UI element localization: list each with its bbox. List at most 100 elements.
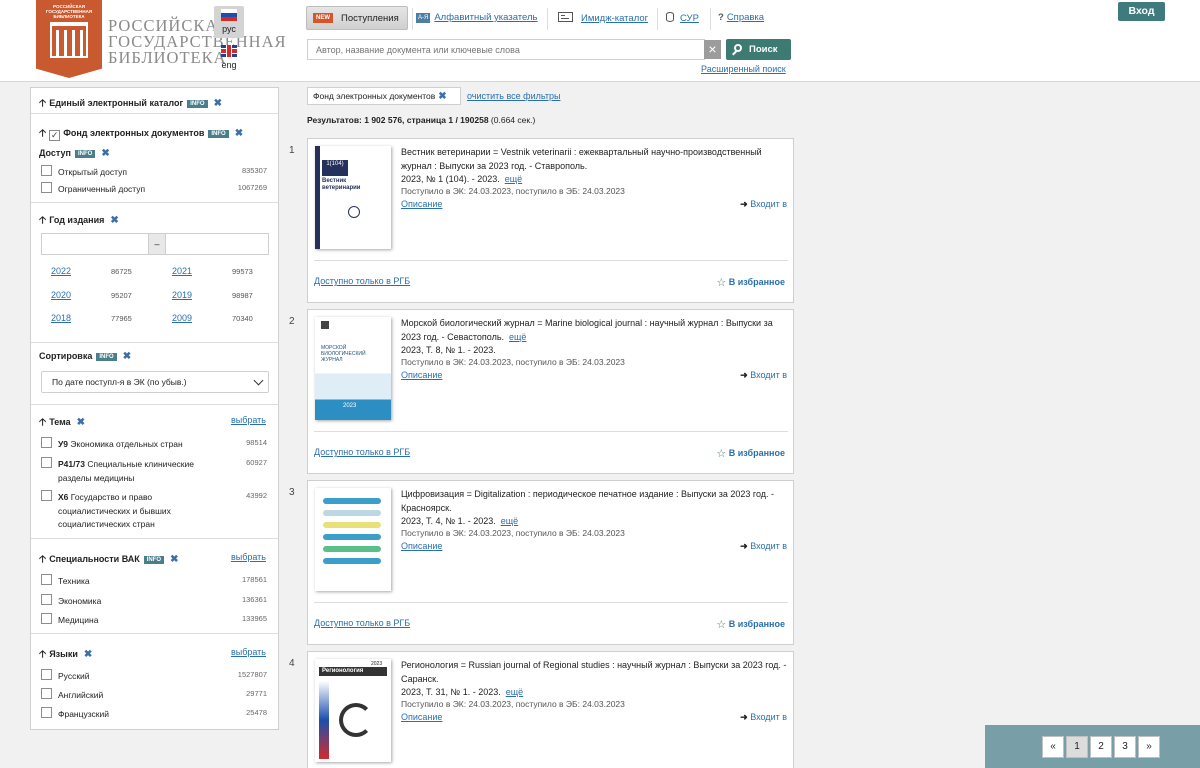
remove-filter-icon[interactable]: ✖ bbox=[110, 215, 118, 226]
result-title[interactable]: Регионология = Russian journal of Region… bbox=[401, 659, 787, 700]
remove-filter-icon[interactable]: ✖ bbox=[77, 417, 85, 428]
result-title[interactable]: Цифровизация = Digitalization : периодич… bbox=[401, 488, 787, 529]
included-in-link[interactable]: ➜ Входит в bbox=[740, 541, 787, 552]
prev-page-button[interactable]: « bbox=[1042, 736, 1064, 758]
included-in-link[interactable]: ➜ Входит в bbox=[740, 370, 787, 381]
languages-header[interactable]: 🡡 Языки ✖ bbox=[39, 647, 92, 664]
remove-filter-icon[interactable]: ✖ bbox=[170, 554, 178, 565]
remove-filter-icon[interactable]: ✖ bbox=[84, 649, 92, 660]
more-link[interactable]: ещё bbox=[509, 332, 526, 342]
availability-link[interactable]: Доступно только в РГБ bbox=[314, 276, 410, 286]
checkbox[interactable] bbox=[41, 707, 52, 718]
vak-pick-link[interactable]: выбрать bbox=[231, 552, 266, 562]
checkbox[interactable] bbox=[41, 688, 52, 699]
year-link[interactable]: 2009 bbox=[172, 313, 192, 323]
clear-filters-link[interactable]: очистить все фильтры bbox=[467, 91, 560, 101]
logo-text[interactable]: РОССИЙСКАЯ ГОСУДАРСТВЕННАЯ БИБЛИОТЕКА bbox=[108, 17, 287, 66]
nav-new-arrivals[interactable]: NEW Поступления bbox=[306, 6, 408, 30]
checkbox[interactable] bbox=[41, 574, 52, 585]
checkbox[interactable] bbox=[41, 490, 52, 501]
fund-header[interactable]: 🡡 ✓ Фонд электронных документов INFO ✖ bbox=[39, 126, 243, 143]
languages-pick-link[interactable]: выбрать bbox=[231, 647, 266, 657]
theme-header[interactable]: 🡡 Тема ✖ bbox=[39, 415, 85, 432]
search-input[interactable] bbox=[307, 39, 705, 60]
info-badge[interactable]: INFO bbox=[96, 353, 117, 361]
nav-sur[interactable]: СУР bbox=[666, 12, 699, 24]
result-title[interactable]: Морской биологический журнал = Marine bi… bbox=[401, 317, 787, 358]
cover-image[interactable] bbox=[315, 488, 391, 591]
theme-pick-link[interactable]: выбрать bbox=[231, 415, 266, 425]
included-in-label: Входит в bbox=[750, 712, 787, 722]
year-link[interactable]: 2018 bbox=[51, 313, 71, 323]
remove-filter-icon[interactable]: ✖ bbox=[214, 98, 222, 109]
checkbox[interactable] bbox=[41, 437, 52, 448]
access-title: Доступ bbox=[39, 148, 71, 158]
checkbox[interactable] bbox=[41, 165, 52, 176]
year-link[interactable]: 2020 bbox=[51, 290, 71, 300]
info-badge[interactable]: INFO bbox=[74, 150, 96, 158]
description-link[interactable]: Описание bbox=[401, 712, 442, 722]
add-to-favorites-button[interactable]: ☆ В избранное bbox=[716, 447, 785, 460]
availability-link[interactable]: Доступно только в РГБ bbox=[314, 447, 410, 457]
cover-image[interactable]: 1(104) Вестник ветеринарии bbox=[315, 146, 391, 249]
advanced-search-link[interactable]: Расширенный поиск bbox=[701, 64, 786, 74]
nav-help[interactable]: ? Справка bbox=[718, 12, 764, 23]
search-clear-icon[interactable]: × bbox=[704, 40, 721, 59]
next-page-button[interactable]: » bbox=[1138, 736, 1160, 758]
nav-image-catalog[interactable]: Имидж-каталог bbox=[558, 12, 648, 24]
checkbox[interactable] bbox=[41, 613, 52, 624]
result-title[interactable]: Вестник ветеринарии = Vestnik veterinari… bbox=[401, 146, 787, 187]
description-link[interactable]: Описание bbox=[401, 370, 442, 380]
info-badge[interactable]: INFO bbox=[187, 100, 208, 108]
active-filter-chip[interactable]: Фонд электронных документов ✖ bbox=[307, 87, 461, 105]
search-icon bbox=[734, 44, 742, 52]
checkbox[interactable] bbox=[41, 594, 52, 605]
nav-alphabetic-index[interactable]: А-Я Алфавитный указатель bbox=[416, 12, 537, 23]
login-button[interactable]: Вход bbox=[1118, 2, 1165, 21]
year-link[interactable]: 2022 bbox=[51, 266, 71, 276]
more-link[interactable]: ещё bbox=[505, 174, 522, 184]
year-link[interactable]: 2021 bbox=[172, 266, 192, 276]
fund-checkbox[interactable]: ✓ bbox=[49, 130, 61, 141]
option-count: 98514 bbox=[246, 438, 267, 447]
rsl-logo[interactable]: РОССИЙСКАЯ ГОСУДАРСТВЕННАЯ БИБЛИОТЕКА bbox=[36, 0, 102, 78]
cover-image[interactable]: Регионология 2023 bbox=[315, 659, 391, 762]
results-summary: Результатов: 1 902 576, страница 1 / 190… bbox=[307, 115, 535, 125]
info-badge[interactable]: INFO bbox=[143, 556, 165, 564]
page-button[interactable]: 1 bbox=[1066, 736, 1088, 758]
year-link[interactable]: 2019 bbox=[172, 290, 192, 300]
included-in-link[interactable]: ➜ Входит в bbox=[740, 199, 787, 210]
remove-filter-icon[interactable]: ✖ bbox=[101, 148, 109, 159]
year-header[interactable]: 🡡 Год издания ✖ bbox=[39, 213, 119, 230]
remove-filter-icon[interactable]: ✖ bbox=[438, 91, 446, 102]
year-to-input[interactable] bbox=[165, 233, 269, 255]
description-link[interactable]: Описание bbox=[401, 199, 442, 209]
theme-section: 🡡 Тема ✖ выбрать У9 Экономика отдельных ст… bbox=[31, 404, 278, 539]
remove-filter-icon[interactable]: ✖ bbox=[235, 128, 243, 139]
checkbox[interactable] bbox=[41, 669, 52, 680]
availability-link[interactable]: Доступно только в РГБ bbox=[314, 618, 410, 628]
lang-ru-label: рус bbox=[222, 24, 236, 34]
add-to-favorites-button[interactable]: ☆ В избранное bbox=[716, 276, 785, 289]
description-link[interactable]: Описание bbox=[401, 541, 442, 551]
add-to-favorites-button[interactable]: ☆ В избранное bbox=[716, 618, 785, 631]
lang-en-button[interactable]: eng bbox=[214, 44, 244, 72]
checkbox[interactable] bbox=[41, 182, 52, 193]
more-link[interactable]: ещё bbox=[501, 516, 518, 526]
cover-image[interactable]: МОРСКОЙ БИОЛОГИЧЕСКИЙ ЖУРНАЛ 2023 bbox=[315, 317, 391, 420]
page-button[interactable]: 2 bbox=[1090, 736, 1112, 758]
more-link[interactable]: ещё bbox=[506, 687, 523, 697]
vak-header[interactable]: 🡡 Специальности ВАК INFO ✖ bbox=[39, 552, 179, 569]
option-count: 25478 bbox=[246, 708, 267, 717]
search-button[interactable]: Поиск bbox=[726, 39, 791, 60]
remove-filter-icon[interactable]: ✖ bbox=[123, 351, 131, 362]
year-from-input[interactable] bbox=[41, 233, 149, 255]
info-badge[interactable]: INFO bbox=[208, 130, 229, 138]
checkbox[interactable] bbox=[41, 457, 52, 468]
pagination: « 1 2 3 » bbox=[985, 725, 1200, 768]
unified-catalog-header[interactable]: 🡡 Единый электронный каталог INFO ✖ bbox=[39, 96, 222, 113]
sort-select[interactable]: По дате поступл-я в ЭК (по убыв.) bbox=[41, 371, 269, 393]
lang-ru-button[interactable]: рус bbox=[214, 6, 244, 38]
included-in-link[interactable]: ➜ Входит в bbox=[740, 712, 787, 723]
page-button[interactable]: 3 bbox=[1114, 736, 1136, 758]
